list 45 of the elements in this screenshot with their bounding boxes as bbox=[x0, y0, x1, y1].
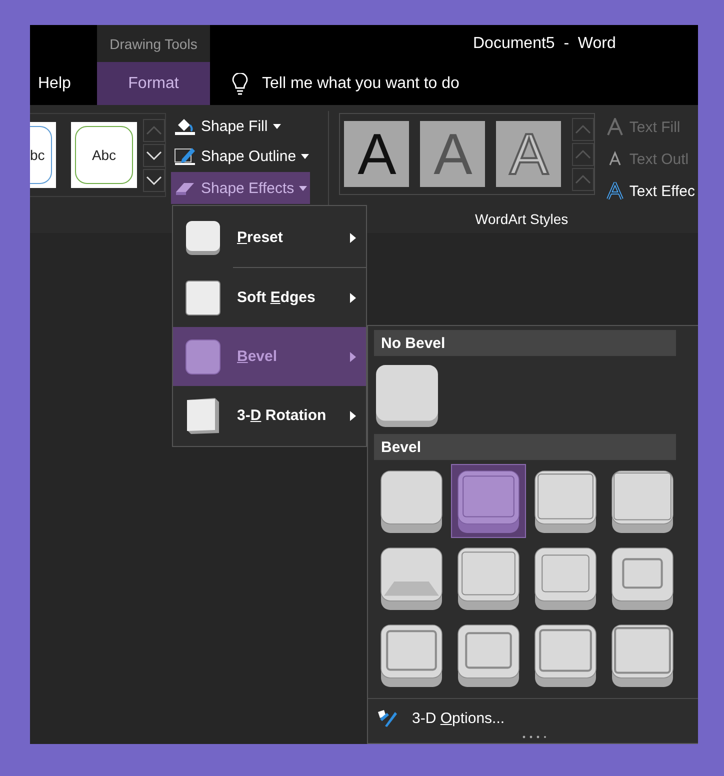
chevron-up-icon bbox=[146, 125, 162, 135]
window-title: Document5 - Word bbox=[473, 34, 616, 54]
chevron-down-icon bbox=[146, 150, 162, 160]
glowing-a-icon bbox=[606, 182, 624, 200]
eraser-icon bbox=[174, 180, 196, 196]
text-command-button[interactable]: Text Effec bbox=[603, 177, 698, 205]
paint-bucket-icon bbox=[174, 116, 196, 136]
tools-icon bbox=[376, 708, 398, 728]
bevel-option[interactable] bbox=[375, 364, 439, 428]
shape-command-button[interactable]: Shape Outline bbox=[171, 142, 312, 170]
square-icon bbox=[185, 280, 221, 316]
shape-command-button[interactable]: Shape Effects bbox=[171, 172, 310, 204]
menu-item[interactable]: Soft Edges bbox=[173, 268, 366, 327]
chevron-up-icon bbox=[575, 124, 592, 134]
menu-item[interactable]: 3-D Options... bbox=[374, 703, 511, 733]
rounded-square-icon bbox=[185, 220, 221, 256]
submenu-arrow-icon bbox=[350, 292, 356, 302]
tell-me-field[interactable]: Tell me what you want to do bbox=[262, 74, 522, 92]
group-label: WordArt Styles bbox=[475, 211, 568, 227]
pencil-icon bbox=[174, 146, 196, 166]
submenu-arrow-icon bbox=[350, 232, 356, 242]
chevron-up-icon bbox=[575, 174, 592, 184]
lightbulb-icon bbox=[232, 72, 248, 94]
section-heading: No Bevel bbox=[374, 330, 676, 356]
ribbon-tab[interactable]: Help bbox=[30, 62, 97, 105]
shape-command-button[interactable]: Shape Fill bbox=[171, 112, 284, 140]
caret-icon bbox=[272, 124, 281, 128]
section-heading: Bevel bbox=[374, 434, 676, 460]
resize-grip-icon[interactable] bbox=[522, 735, 546, 739]
menu-item[interactable]: 3-D Rotation bbox=[173, 386, 366, 445]
letter-a-icon bbox=[606, 118, 624, 136]
shape-style-thumbnail[interactable]: Abc bbox=[75, 126, 133, 184]
submenu-arrow-icon bbox=[350, 352, 356, 362]
ribbon-tab[interactable]: Format bbox=[97, 62, 210, 105]
menu-item[interactable]: Bevel bbox=[173, 327, 366, 386]
wordart-style-thumbnail[interactable]: A bbox=[344, 121, 410, 187]
caret-icon bbox=[301, 154, 310, 158]
menu-item[interactable]: Preset bbox=[173, 208, 366, 267]
shape-style-thumbnail[interactable]: bc bbox=[30, 126, 52, 184]
context-tab-header: Drawing Tools bbox=[97, 25, 210, 62]
rounded-square-icon bbox=[185, 338, 221, 374]
chevron-down-icon bbox=[146, 175, 162, 185]
chevron-up-icon bbox=[575, 149, 592, 159]
caret-icon bbox=[299, 186, 308, 190]
submenu-arrow-icon bbox=[350, 410, 356, 420]
